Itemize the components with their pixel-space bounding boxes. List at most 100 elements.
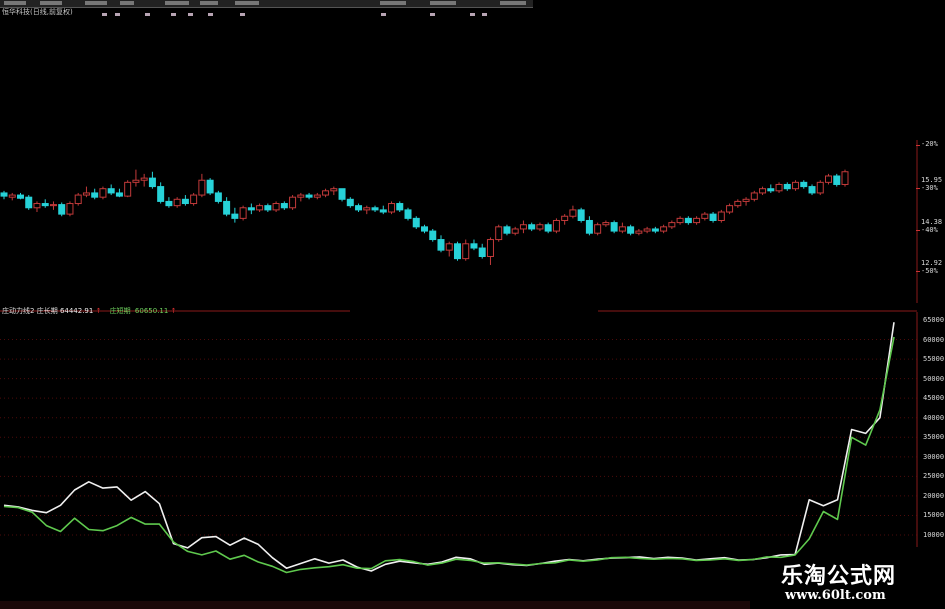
- price-label: 14.38: [921, 218, 943, 226]
- candle-body: [371, 207, 379, 211]
- short-term-value: 60650.11: [134, 307, 169, 315]
- candle-body: [429, 230, 437, 241]
- candle-body: [495, 226, 503, 241]
- candle-body: [338, 188, 346, 200]
- candle-body: [272, 203, 280, 211]
- axis-tick: [916, 230, 920, 231]
- osc-axis-label: 35000: [923, 433, 945, 442]
- candle-body: [470, 243, 478, 249]
- candle-body: [561, 215, 569, 221]
- candle-body: [486, 239, 494, 258]
- candle-body: [511, 228, 519, 234]
- candle-body: [82, 192, 90, 196]
- candle-body: [627, 226, 635, 234]
- candle-body: [453, 243, 461, 260]
- candle-body: [16, 194, 24, 199]
- osc-axis-label: 30000: [923, 452, 945, 461]
- candle-body: [577, 209, 585, 221]
- candle-body: [701, 213, 709, 219]
- oscillator-grid: [0, 339, 917, 536]
- osc-axis-label: 60000: [923, 335, 945, 344]
- long-term-label: 庄长期: [36, 307, 58, 315]
- candle-body: [157, 186, 165, 202]
- candle-body: [841, 171, 849, 185]
- pct-label: -20%: [921, 140, 938, 148]
- candle-body: [148, 177, 156, 188]
- candle-body: [206, 179, 214, 194]
- chart-canvas: [0, 140, 918, 574]
- candle-body: [767, 188, 775, 192]
- pct-label: -50%: [921, 267, 938, 275]
- candle-body: [58, 204, 66, 215]
- axis-tick: [916, 188, 920, 189]
- candle-body: [214, 192, 222, 202]
- candle-body: [478, 247, 486, 258]
- candle-body: [660, 226, 668, 232]
- indicator-name: 庄动力线2: [2, 307, 35, 315]
- candle-body: [734, 200, 742, 207]
- candle-body: [618, 226, 626, 232]
- osc-axis-label: 55000: [923, 355, 945, 364]
- candle-body: [363, 207, 371, 211]
- axis-tick: [916, 271, 920, 272]
- candle-body: [280, 203, 288, 209]
- candle-body: [462, 243, 470, 260]
- pct-label: -30%: [921, 184, 938, 192]
- candle-body: [173, 198, 181, 207]
- short-term-arrow: ↑: [170, 307, 177, 315]
- candle-body: [322, 190, 330, 196]
- candle-body: [132, 179, 140, 183]
- candle-body: [552, 219, 560, 232]
- candle-body: [8, 194, 16, 198]
- candle-body: [709, 213, 717, 221]
- candle-body: [643, 228, 651, 232]
- candle-body: [825, 175, 833, 183]
- candle-body: [91, 192, 99, 198]
- candle-body: [355, 205, 363, 211]
- osc-axis-label: 25000: [923, 472, 945, 481]
- candle-body: [610, 222, 618, 232]
- osc-axis-label: 20000: [923, 491, 945, 500]
- candle-body: [800, 181, 808, 188]
- candle-body: [833, 175, 841, 185]
- candle-body: [742, 198, 750, 202]
- watermark-url: www.60lt.com: [785, 588, 886, 603]
- candle-body: [305, 194, 313, 198]
- candle-body: [264, 205, 272, 211]
- osc-axis-label: 15000: [923, 511, 945, 520]
- candle-body: [519, 224, 527, 230]
- candle-body: [297, 194, 305, 198]
- candle-body: [594, 224, 602, 234]
- candle-body: [388, 203, 396, 213]
- candle-body: [66, 203, 74, 215]
- candle-body: [808, 186, 816, 194]
- candle-body: [651, 228, 659, 232]
- candle-body: [239, 207, 247, 219]
- osc-axis-label: 50000: [923, 374, 945, 383]
- candle-body: [313, 194, 321, 198]
- candle-body: [231, 213, 239, 219]
- candle-body: [437, 239, 445, 251]
- candle-body: [775, 183, 783, 192]
- osc-axis-label: 45000: [923, 394, 945, 403]
- watermark-title: 乐淘公式网: [781, 563, 897, 589]
- price-label: 15.95: [921, 176, 943, 184]
- candle-body: [684, 217, 692, 224]
- candle-body: [190, 194, 198, 205]
- axis-tick: [916, 145, 920, 146]
- candle-body: [379, 209, 387, 213]
- price-label: 12.92: [921, 259, 943, 267]
- candle-body: [693, 217, 701, 224]
- long-term-arrow: ↑: [95, 307, 102, 315]
- candle-body: [585, 219, 593, 234]
- candle-body: [223, 200, 231, 215]
- candle-body: [41, 203, 49, 207]
- pct-label: -40%: [921, 226, 938, 234]
- candle-body: [247, 207, 255, 211]
- candle-body: [25, 196, 33, 209]
- candle-body: [726, 205, 734, 213]
- osc-axis-label: 40000: [923, 413, 945, 422]
- candle-body: [49, 204, 57, 207]
- short-term-line: [3, 336, 895, 574]
- candle-body: [107, 188, 115, 194]
